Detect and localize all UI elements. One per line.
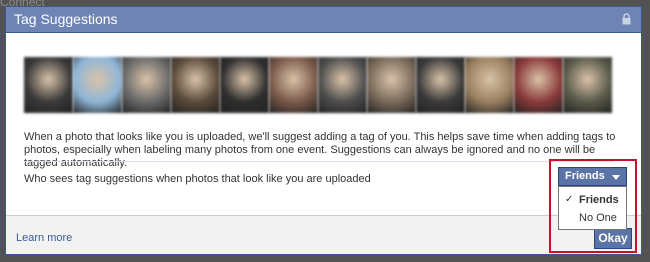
dialog-title: Tag Suggestions xyxy=(14,11,118,27)
photo-2 xyxy=(73,57,122,113)
lock-icon xyxy=(622,13,631,25)
menu-item-friends[interactable]: ✓ Friends xyxy=(559,192,626,208)
photo-6 xyxy=(269,57,318,113)
photo-12 xyxy=(563,57,612,113)
who-sees-label: Who sees tag suggestions when photos tha… xyxy=(24,173,371,185)
section-divider xyxy=(24,161,614,162)
dialog-titlebar: Tag Suggestions xyxy=(6,7,641,33)
menu-item-no-one[interactable]: No One xyxy=(559,210,626,226)
menu-item-label: Friends xyxy=(579,194,619,206)
photo-9 xyxy=(416,57,465,113)
photo-8 xyxy=(367,57,416,113)
chevron-down-icon xyxy=(612,175,620,180)
tag-suggestions-description: When a photo that looks like you is uplo… xyxy=(24,131,616,169)
learn-more-link[interactable]: Learn more xyxy=(16,232,72,244)
dialog-footer: Learn more Okay xyxy=(6,215,641,254)
privacy-dropdown-label: Friends xyxy=(565,170,605,182)
photo-10 xyxy=(465,57,514,113)
photo-5 xyxy=(220,57,269,113)
photo-7 xyxy=(318,57,367,113)
photo-4 xyxy=(171,57,220,113)
privacy-dropdown-button[interactable]: Friends xyxy=(558,167,627,186)
suggested-photo-strip xyxy=(24,57,614,113)
photo-11 xyxy=(514,57,563,113)
checkmark-icon: ✓ xyxy=(565,194,574,205)
photo-1 xyxy=(24,57,73,113)
menu-item-label: No One xyxy=(579,212,617,224)
photo-3 xyxy=(122,57,171,113)
privacy-dropdown-menu: ✓ Friends No One xyxy=(558,186,627,230)
tag-suggestions-dialog: Tag Suggestions When a photo that looks … xyxy=(5,6,642,255)
